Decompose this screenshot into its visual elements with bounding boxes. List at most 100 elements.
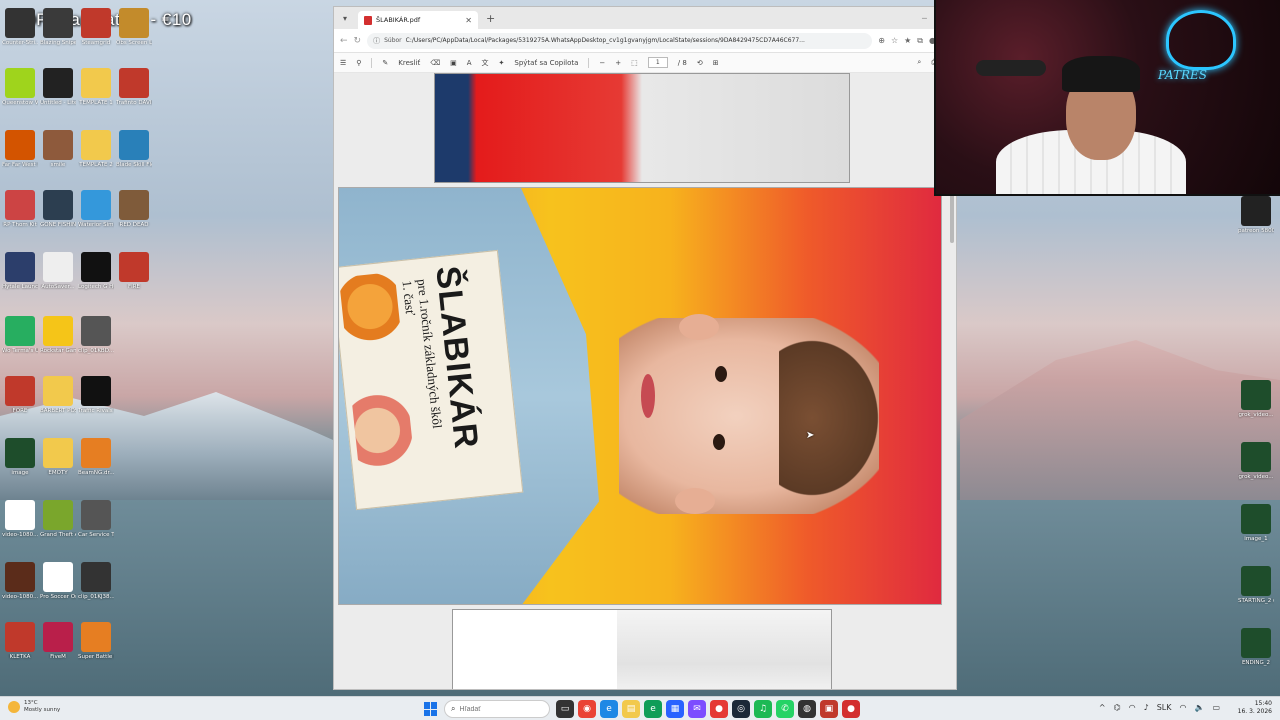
search-icon[interactable]: ⌕ (917, 58, 921, 67)
desktop-icon[interactable]: Wo Terma's Unknown (2, 316, 38, 355)
desktop-icon[interactable]: smile (40, 130, 76, 169)
desktop-icon[interactable]: Traffic Rivals Lvl Studio (78, 376, 114, 415)
edge-dev-icon[interactable]: e (644, 700, 662, 718)
desktop-icon[interactable]: Far Far West Playtest (2, 130, 38, 169)
desktop-icon[interactable]: Steamgrid (78, 8, 114, 47)
desktop-icon[interactable]: BARBERT POS SI... (40, 376, 76, 415)
desktop-icon[interactable]: Queenstow Voice Ra... (2, 68, 38, 107)
tab-close-icon[interactable]: ✕ (465, 16, 472, 25)
desktop-icon[interactable]: Obs Screen Library (116, 8, 152, 47)
task-view-icon[interactable]: ▭ (556, 700, 574, 718)
read-aloud-icon[interactable]: A (467, 59, 472, 67)
app-icon[interactable]: ▣ (820, 700, 838, 718)
rotate-icon[interactable]: ⟲ (697, 59, 703, 67)
wifi-icon[interactable]: ◠ (1179, 703, 1186, 712)
desktop-icon[interactable]: Rockstar Games... (40, 316, 76, 355)
desktop-icon[interactable]: Blade Skill Fleet Play... (116, 130, 152, 169)
url-field[interactable]: ⓘ Súbor C:/Users/PC/AppData/Local/Packag… (367, 32, 873, 49)
network-icon[interactable]: ⌬ (1114, 703, 1121, 712)
speaker-icon[interactable]: 🔈 (1194, 703, 1204, 712)
obs-icon[interactable]: ◍ (798, 700, 816, 718)
info-icon[interactable]: ⓘ (373, 36, 380, 46)
zoom-icon[interactable]: ⊕ (878, 36, 885, 46)
taskbar-search[interactable]: ⌕ (444, 700, 550, 718)
weather-widget[interactable]: 13°C Mostly sunny (8, 700, 60, 714)
collections-icon[interactable]: ⧉ (917, 36, 923, 46)
desktop-icon[interactable]: FIRE (116, 252, 152, 291)
file-explorer-icon[interactable]: ▤ (622, 700, 640, 718)
desktop-icon[interactable]: KLETKA (2, 622, 38, 661)
desktop-icon[interactable]: video-1080... (2, 500, 38, 539)
desktop-icon[interactable]: Untitled - Literary W... (40, 68, 76, 107)
tab-slabikar[interactable]: ŠLABIKÁR.pdf ✕ (358, 11, 478, 29)
desktop-icon[interactable]: AutoSaver... (40, 252, 76, 291)
taskbar-search-input[interactable] (459, 705, 540, 713)
translate-icon[interactable]: 文 (482, 58, 489, 68)
spotify-icon[interactable]: ♫ (754, 700, 772, 718)
store-icon[interactable]: ▦ (666, 700, 684, 718)
desktop-icon[interactable]: BeamNG.dr... (78, 438, 114, 477)
desktop-icon[interactable]: Super Battle Golf (78, 622, 114, 661)
desktop-icon[interactable]: Pro Soccer Online (40, 562, 76, 601)
desktop-icon[interactable]: FORE (2, 376, 38, 415)
desktop-icon[interactable]: Grand Theft Auto V Le... (40, 500, 76, 539)
steam-icon[interactable]: ◎ (732, 700, 750, 718)
desktop-icon[interactable]: STARTING_2 (1) (1238, 566, 1274, 605)
edge-icon[interactable]: e (600, 700, 618, 718)
copilot-icon[interactable]: ✦ (499, 59, 505, 67)
wifi-icon[interactable]: ◠ (1129, 703, 1136, 712)
desktop-icon[interactable]: FiveM (40, 622, 76, 661)
refresh-icon[interactable]: ↻ (354, 36, 362, 46)
clock[interactable]: 15:40 16. 3. 2026 (1238, 700, 1272, 716)
favorite-star-icon[interactable]: ☆ (891, 36, 898, 46)
contents-icon[interactable]: ☰ (340, 59, 346, 67)
desktop-icon[interactable]: Waterior Sim. Simulator (78, 190, 114, 229)
favorites-icon[interactable]: ★ (904, 36, 911, 46)
desktop-icon[interactable]: image_1 (1238, 504, 1274, 543)
desktop-icon[interactable]: patreon 5800... (1238, 196, 1274, 235)
zoom-in-icon[interactable]: + (615, 59, 621, 67)
draw-button[interactable]: Kresliť (398, 59, 420, 67)
copilot-button[interactable]: Spýtať sa Copilota (514, 59, 578, 67)
desktop-icon[interactable]: Blazing Sniper (40, 8, 76, 47)
battery-icon[interactable]: ▭ (1212, 703, 1220, 712)
desktop-icon[interactable]: Counter-Stri... (2, 8, 38, 47)
desktop-icon[interactable]: ENDING_2 (1238, 628, 1274, 667)
fit-page-icon[interactable]: ⬚ (631, 59, 638, 67)
draw-icon[interactable]: ✎ (382, 59, 388, 67)
desktop-icon[interactable]: RED DEAD (116, 190, 152, 229)
view-icon[interactable]: ▣ (450, 59, 457, 67)
zoom-out-icon[interactable]: − (599, 59, 605, 67)
chrome-icon[interactable]: ◉ (578, 700, 596, 718)
desktop-icon[interactable]: GONE FISHING (40, 190, 76, 229)
record-icon[interactable]: ● (842, 700, 860, 718)
pdf-viewer[interactable]: pre 1.ročník základných škôl 1. časť ŠLAB… (334, 73, 956, 689)
whatsapp-icon[interactable]: ✆ (776, 700, 794, 718)
desktop-icon[interactable]: TEMPLATE 2 (78, 130, 114, 169)
volume-icon[interactable]: ♪ (1144, 703, 1149, 712)
tray-chevron-icon[interactable]: ^ (1099, 703, 1106, 712)
desktop-icon[interactable]: EMOTY (40, 438, 76, 477)
desktop-icon[interactable]: Hytale Launcher (2, 252, 38, 291)
eraser-icon[interactable]: ⌫ (430, 59, 440, 67)
tab-actions-icon[interactable]: ▾ (338, 14, 352, 23)
new-tab-button[interactable]: + (486, 12, 495, 25)
desktop-icon[interactable]: grok_video... (1238, 380, 1274, 419)
desktop-icon[interactable]: video-1080... (2, 562, 38, 601)
language-indicator[interactable]: SLK (1157, 703, 1172, 712)
desktop-icon[interactable]: TEMPLATE 1 (78, 68, 114, 107)
start-button[interactable] (424, 702, 438, 716)
page-number-input[interactable]: 1 (647, 57, 668, 68)
desktop-icon[interactable]: Logitech G HUB (78, 252, 114, 291)
minimize-icon[interactable]: ─ (922, 14, 927, 23)
app-icon[interactable]: ● (710, 700, 728, 718)
desktop-icon[interactable]: Car Service Together (78, 500, 114, 539)
back-icon[interactable]: ← (340, 36, 348, 46)
desktop-icon[interactable]: Trafinto DAVIDS (116, 68, 152, 107)
desktop-icon[interactable]: image (2, 438, 38, 477)
mail-icon[interactable]: ✉ (688, 700, 706, 718)
desktop-icon[interactable]: grok_video... (1238, 442, 1274, 481)
desktop-icon[interactable]: clip_01KBD... (78, 316, 114, 355)
desktop-icon[interactable]: RP Thom Kit (2, 190, 38, 229)
desktop-icon[interactable]: clip_01KJ38... (78, 562, 114, 601)
